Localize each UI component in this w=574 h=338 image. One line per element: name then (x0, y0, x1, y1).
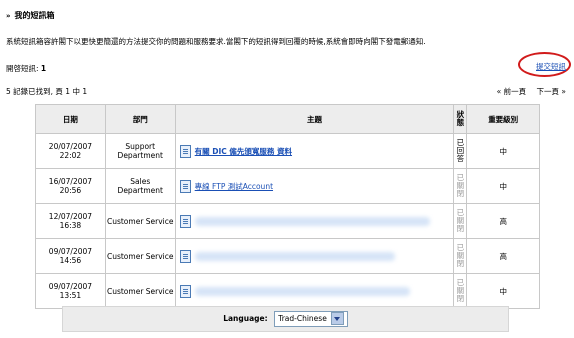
table-row: 09/07/2007 14:56 Customer Service 已關閉 高 (35, 238, 540, 274)
language-selected: Trad-Chinese (278, 314, 327, 323)
table-header-row: 日期 部門 主題 狀態 重要級別 (35, 104, 540, 134)
document-icon (179, 284, 191, 298)
document-icon (179, 214, 191, 228)
next-page-link[interactable]: 下一頁 » (537, 87, 566, 96)
table-row: 20/07/2007 22:02 Support Department 有關 D… (35, 133, 540, 169)
language-label: Language: (223, 314, 268, 323)
prev-page-link[interactable]: « 前一頁 (497, 87, 526, 96)
row-subject-cell: 專線 FTP 測試Account (174, 168, 455, 204)
row-priority: 中 (466, 168, 540, 204)
row-date: 16/07/2007 20:56 (35, 168, 106, 204)
chevron-down-icon[interactable] (330, 311, 344, 325)
row-priority: 高 (466, 203, 540, 239)
table-row: 16/07/2007 20:56 Sales Department 專線 FTP… (35, 168, 540, 204)
row-department: Customer Service (104, 203, 176, 239)
title-bullets: » (6, 12, 11, 20)
open-count-value: 1 (40, 64, 47, 73)
language-bar: Language: Trad-Chinese (62, 306, 509, 332)
row-date: 09/07/2007 13:51 (35, 273, 106, 309)
language-select[interactable]: Trad-Chinese (274, 311, 348, 327)
redacted-subject[interactable] (194, 286, 410, 296)
col-subject[interactable]: 主題 (174, 104, 455, 134)
col-status[interactable]: 狀態 (453, 104, 468, 134)
row-priority: 高 (466, 238, 540, 274)
row-subject-cell (174, 238, 455, 274)
row-department: Support Department (104, 133, 176, 169)
open-ticket-count: 開啓短訊: 1 (6, 63, 46, 74)
row-status: 已關閉 (453, 168, 468, 204)
row-priority: 中 (466, 273, 540, 309)
intro-text: 系統短訊箱容許閣下以更快更簡還的方法提交你的問題和服務要求.當閣下的短訊得到回覆… (6, 37, 426, 46)
table-row: 09/07/2007 13:51 Customer Service 已關閉 中 (35, 273, 540, 309)
row-subject-link[interactable]: 有關 DIC 僱先頒寬服務 資料 (195, 147, 292, 156)
row-department: Sales Department (104, 168, 176, 204)
row-date: 20/07/2007 22:02 (35, 133, 106, 169)
tickets-table: 日期 部門 主題 狀態 重要級別 20/07/2007 22:02 Suppor… (35, 104, 540, 309)
row-date: 09/07/2007 14:56 (35, 238, 106, 274)
table-row: 12/07/2007 16:38 Customer Service 已關閉 高 (35, 203, 540, 239)
row-date: 12/07/2007 16:38 (35, 203, 106, 239)
col-date[interactable]: 日期 (35, 104, 106, 134)
row-department: Customer Service (104, 273, 176, 309)
submit-ticket-link[interactable]: 提交短訊 (536, 61, 566, 72)
redacted-subject[interactable] (194, 251, 395, 261)
document-icon (179, 179, 191, 193)
open-count-label: 開啓短訊: (6, 64, 39, 73)
row-status: 已回答 (453, 133, 468, 169)
records-found: 5 記錄已找到, 頁 1 中 1 (6, 87, 88, 96)
redacted-subject[interactable] (194, 216, 430, 226)
document-icon (179, 144, 191, 158)
row-subject-link[interactable]: 專線 FTP 測試Account (195, 182, 273, 191)
document-icon (179, 249, 191, 263)
page-title: » 我的短訊箱 (6, 10, 55, 21)
row-department: Customer Service (104, 238, 176, 274)
pager: « 前一頁 下一頁 » (489, 86, 566, 97)
row-subject-cell: 有關 DIC 僱先頒寬服務 資料 (174, 133, 455, 169)
page-title-text: 我的短訊箱 (14, 11, 55, 20)
row-subject-cell (174, 273, 455, 309)
col-department[interactable]: 部門 (104, 104, 176, 134)
row-subject-cell (174, 203, 455, 239)
row-status: 已關閉 (453, 238, 468, 274)
row-status: 已關閉 (453, 203, 468, 239)
row-priority: 中 (466, 133, 540, 169)
row-status: 已關閉 (453, 273, 468, 309)
col-priority[interactable]: 重要級別 (466, 104, 540, 134)
